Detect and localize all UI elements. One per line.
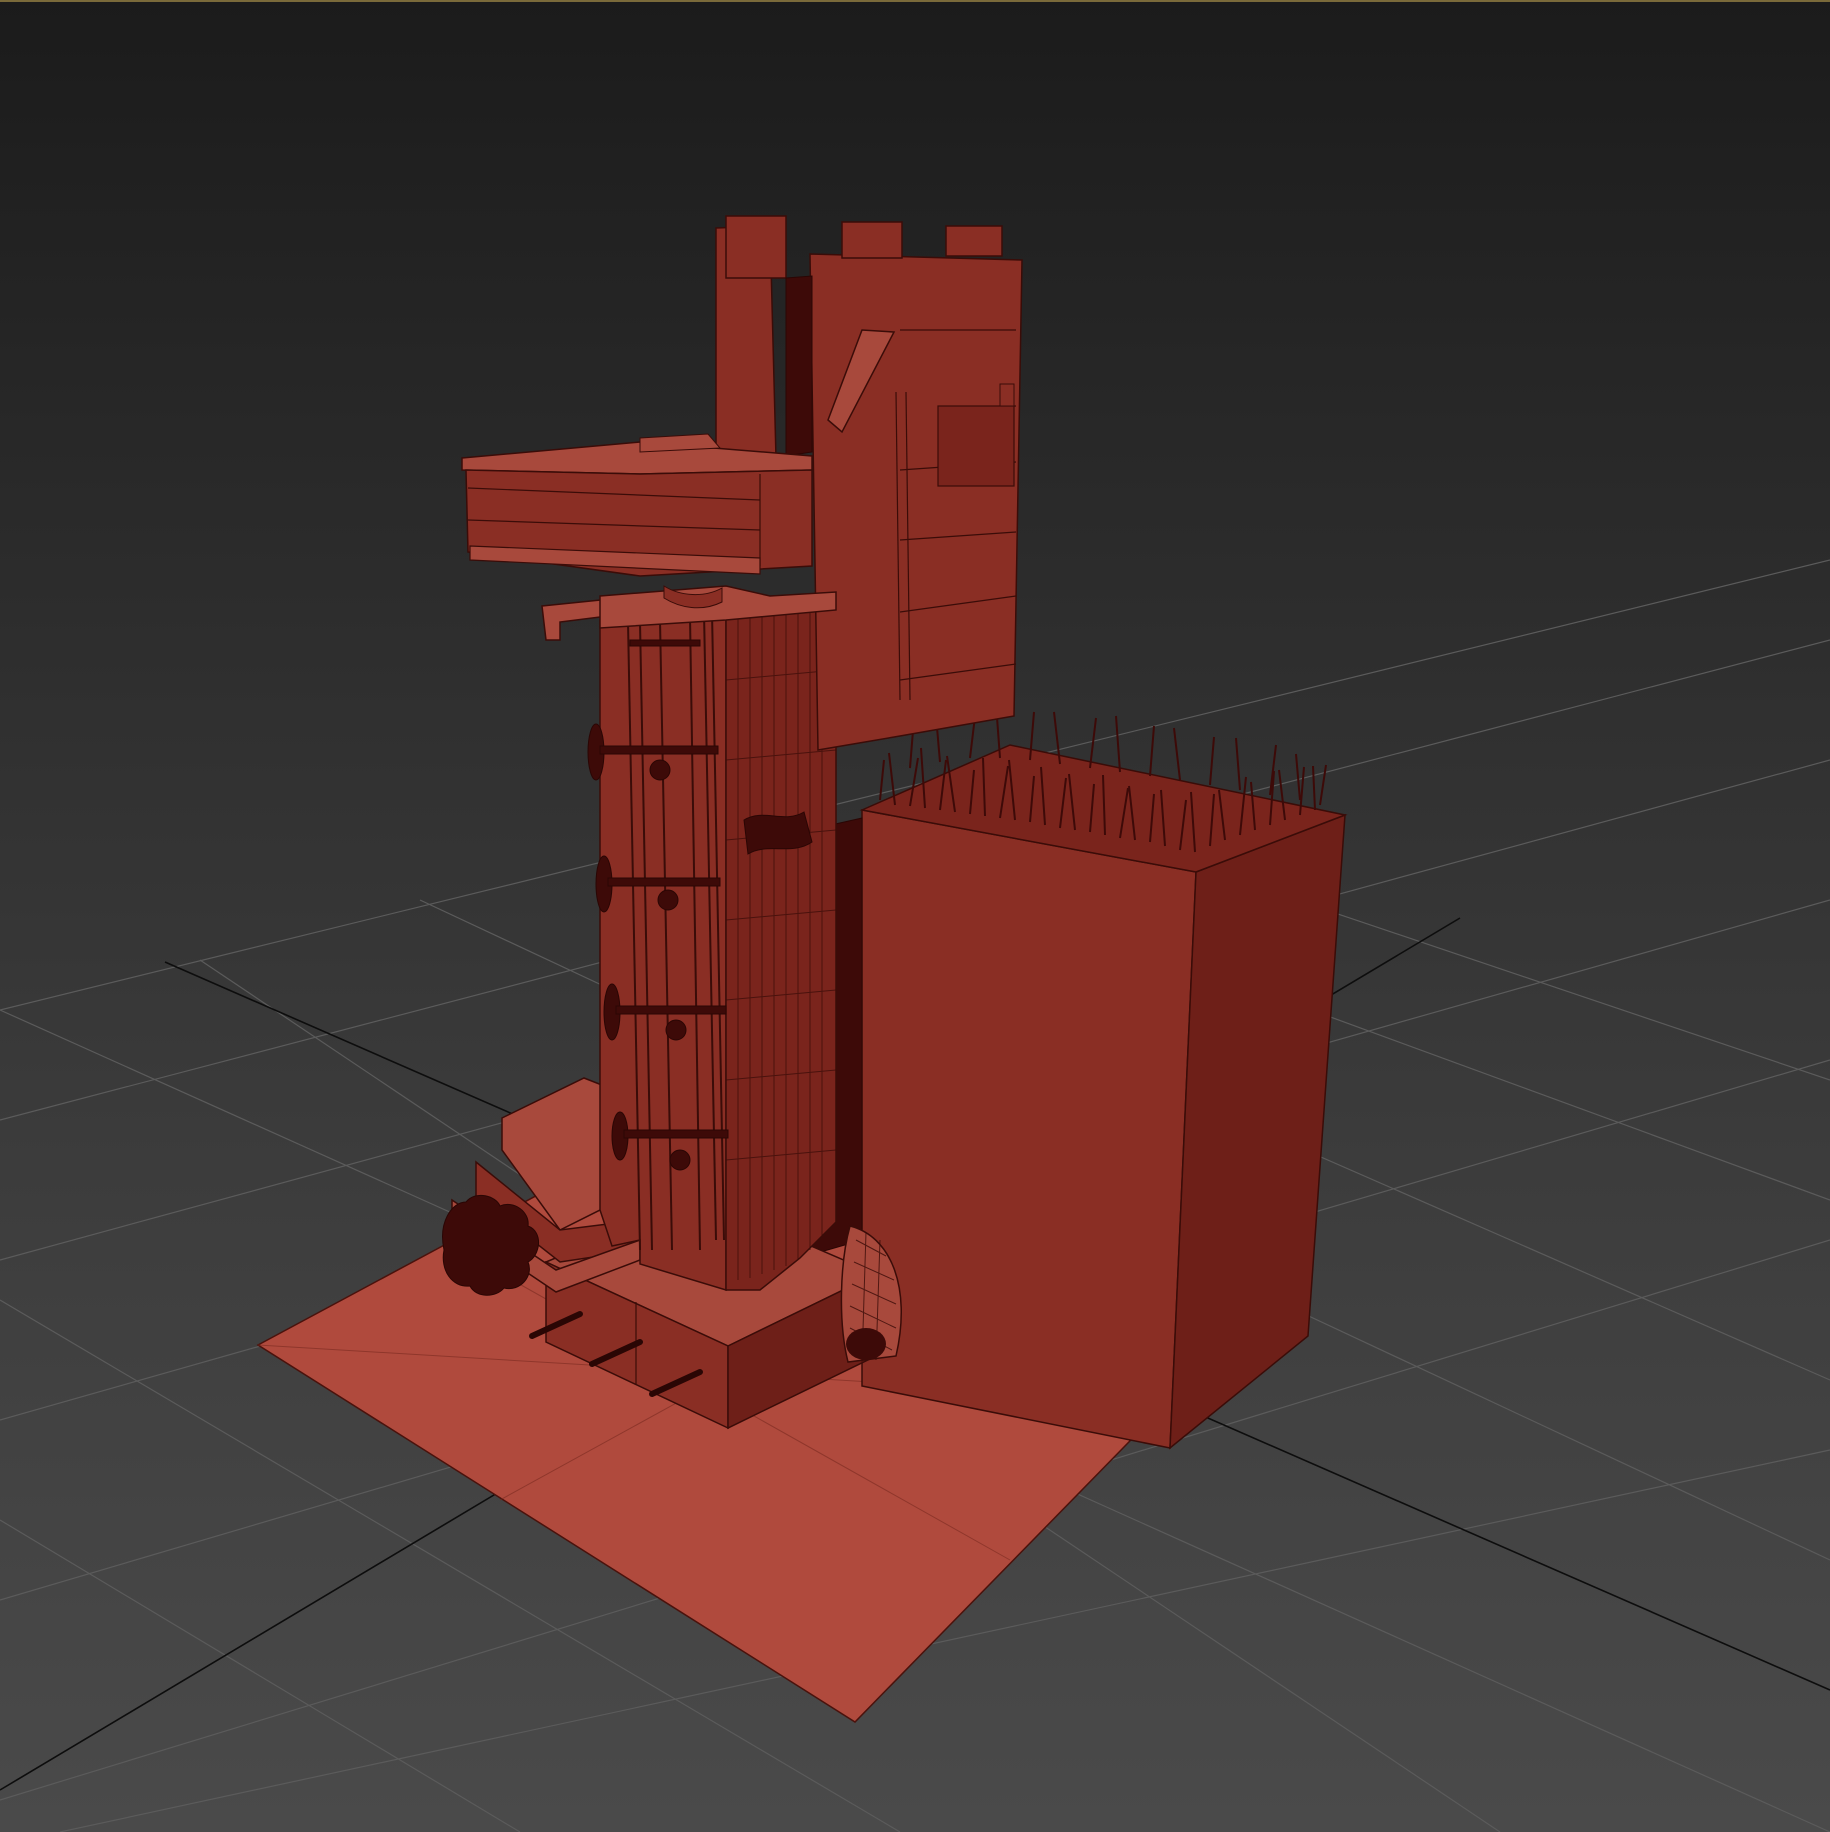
parapet-cap-mid[interactable]	[841, 221, 903, 259]
soil-block-side[interactable]	[1169, 813, 1346, 1450]
parapet-cap-right[interactable]	[945, 225, 1003, 257]
parapet-insulation	[785, 275, 813, 457]
3d-viewport[interactable]	[0, 0, 1830, 1832]
viewport-scene[interactable]	[0, 0, 1830, 1832]
wall-column-front[interactable]	[599, 609, 727, 1292]
upper-wall-panel[interactable]	[809, 253, 1023, 751]
parapet-cap-left[interactable]	[725, 215, 787, 279]
cladding-clip	[999, 383, 1015, 407]
soil-block-front[interactable]	[861, 809, 1197, 1449]
